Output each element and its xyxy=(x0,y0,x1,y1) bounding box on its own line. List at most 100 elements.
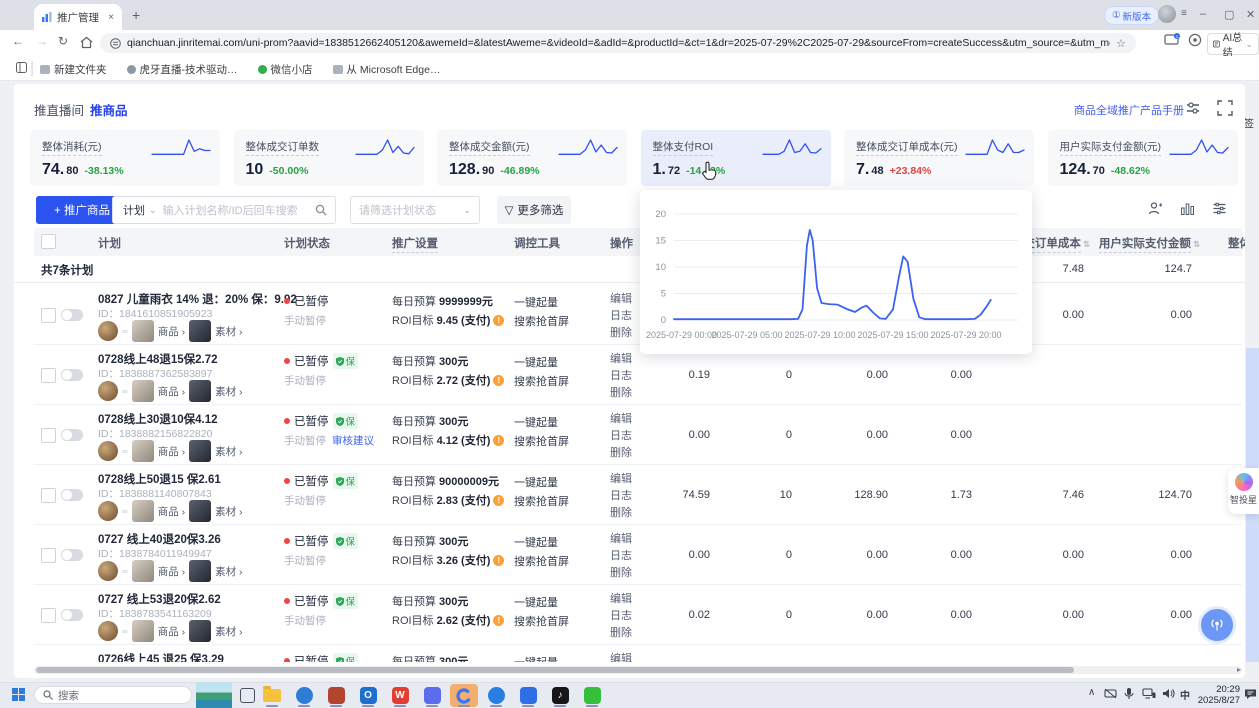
action-link[interactable]: 删除 xyxy=(610,624,632,640)
col-header-4[interactable]: 操作 xyxy=(610,235,633,251)
plan-title[interactable]: 0728线上50退15 保2.61 xyxy=(98,471,221,487)
action-link[interactable]: 删除 xyxy=(610,384,632,400)
row-checkbox[interactable] xyxy=(41,488,56,503)
manual-link[interactable]: 商品全域推广产品手册 xyxy=(1074,102,1184,118)
plan-title[interactable]: 0728线上48退15保2.72 xyxy=(98,351,218,367)
tool-link[interactable]: 一键起量 xyxy=(514,354,558,370)
extension-icon[interactable] xyxy=(1188,33,1202,47)
tool-link[interactable]: 一键起量 xyxy=(514,654,558,662)
horizontal-scrollbar[interactable] xyxy=(34,666,1242,674)
plan-status-select[interactable]: 请筛选计划状态 ⌄ xyxy=(350,196,480,224)
sort-icon[interactable]: ⇅ xyxy=(1083,239,1090,250)
window-close-button[interactable]: ✕ xyxy=(1246,8,1255,21)
site-settings-icon[interactable] xyxy=(110,38,121,49)
action-link[interactable]: 日志 xyxy=(610,427,632,443)
action-link[interactable]: 编辑 xyxy=(610,650,632,662)
product-link[interactable]: 商品 › xyxy=(158,504,185,519)
row-checkbox[interactable] xyxy=(41,368,56,383)
browser-profile-avatar[interactable] xyxy=(1158,5,1176,23)
tool-link[interactable]: 搜索抢首屏 xyxy=(514,313,569,329)
action-link[interactable]: 日志 xyxy=(610,607,632,623)
side-panel-icon[interactable] xyxy=(16,62,27,73)
row-checkbox[interactable] xyxy=(41,608,56,623)
col-header-1[interactable]: 计划状态 xyxy=(284,235,330,251)
plan-title[interactable]: 0727 线上53退20保2.62 xyxy=(98,591,221,607)
ai-summary-button[interactable]: AI总结 ⌄ xyxy=(1207,33,1259,55)
material-link[interactable]: 素材 › xyxy=(215,624,242,639)
tab-close-icon[interactable]: × xyxy=(108,12,114,23)
back-icon[interactable]: ← xyxy=(12,34,24,48)
row-toggle-switch[interactable] xyxy=(61,489,83,501)
forward-icon[interactable]: → xyxy=(36,34,48,48)
network-display-icon[interactable] xyxy=(1142,688,1156,699)
material-link[interactable]: 素材 › xyxy=(215,444,242,459)
action-link[interactable]: 删除 xyxy=(610,564,632,580)
stat-card[interactable]: 整体支付ROI1.72-14.43% xyxy=(641,130,831,186)
url-bar[interactable]: qianchuan.jinritemai.com/uni-prom?aavid=… xyxy=(100,33,1136,53)
fullscreen-icon[interactable] xyxy=(1217,100,1233,116)
stat-card[interactable]: 整体消耗(元)74.80-38.13% xyxy=(30,130,220,186)
more-filters-button[interactable]: ▽ 更多筛选 xyxy=(497,196,571,224)
adjust-settings-icon[interactable] xyxy=(1185,100,1201,116)
row-checkbox[interactable] xyxy=(41,428,56,443)
material-link[interactable]: 素材 › xyxy=(215,384,242,399)
col-header-0[interactable]: 计划 xyxy=(98,235,121,251)
row-toggle-switch[interactable] xyxy=(61,549,83,561)
action-link[interactable]: 编辑 xyxy=(610,530,632,546)
assistant-widget[interactable]: 智投星 xyxy=(1228,468,1259,514)
browser-menu-icon[interactable]: ≡ xyxy=(1181,8,1187,19)
search-icon[interactable] xyxy=(315,204,327,216)
notification-icon[interactable] xyxy=(1244,688,1257,700)
material-link[interactable]: 素材 › xyxy=(215,324,242,339)
bookmark-item[interactable]: 从 Microsoft Edge… xyxy=(333,62,441,77)
taskbar-clock[interactable]: 20:29 2025/8/27 xyxy=(1192,684,1240,706)
col-header-2[interactable]: 推广设置 xyxy=(392,235,438,253)
task-view-icon[interactable] xyxy=(240,688,255,703)
plan-title[interactable]: 0727 线上40退20保3.26 xyxy=(98,531,221,547)
new-version-badge[interactable]: ①新版本 xyxy=(1104,6,1159,25)
cast-icon[interactable]: 1 xyxy=(1164,33,1180,47)
tool-link[interactable]: 一键起量 xyxy=(514,474,558,490)
stat-card[interactable]: 整体成交订单成本(元)7.48+23.84% xyxy=(844,130,1034,186)
tool-link[interactable]: 搜索抢首屏 xyxy=(514,373,569,389)
tool-link[interactable]: 搜索抢首屏 xyxy=(514,493,569,509)
action-link[interactable]: 日志 xyxy=(610,547,632,563)
select-all-checkbox[interactable] xyxy=(41,234,56,249)
tool-link[interactable]: 搜索抢首屏 xyxy=(514,433,569,449)
windows-start-button[interactable] xyxy=(12,688,25,701)
sort-icon[interactable]: ⇅ xyxy=(1193,239,1200,250)
material-link[interactable]: 素材 › xyxy=(215,564,242,579)
bookmark-item[interactable]: 微信小店 xyxy=(258,62,313,77)
chart-columns-icon[interactable] xyxy=(1180,201,1195,216)
tool-link[interactable]: 搜索抢首屏 xyxy=(514,553,569,569)
home-icon[interactable] xyxy=(80,36,93,49)
weather-widget-image[interactable] xyxy=(196,682,232,708)
taskbar-app-blue-circle-app[interactable] xyxy=(482,684,510,707)
stat-card[interactable]: 整体成交金额(元)128.90-46.89% xyxy=(437,130,627,186)
speaker-icon[interactable] xyxy=(1162,688,1175,699)
action-link[interactable]: 日志 xyxy=(610,307,632,323)
row-toggle-switch[interactable] xyxy=(61,369,83,381)
reload-icon[interactable]: ↻ xyxy=(58,34,68,48)
ime-indicator[interactable]: 中 xyxy=(1180,687,1190,702)
taskbar-search[interactable]: 搜索 xyxy=(34,686,192,704)
tab-promote-product[interactable]: 推商品 xyxy=(90,100,128,119)
plan-title[interactable]: 0726线上45 退25 保3.29 xyxy=(98,651,224,662)
tool-link[interactable]: 一键起量 xyxy=(514,594,558,610)
browser-tab[interactable]: 推广管理 × xyxy=(34,4,122,30)
action-link[interactable]: 编辑 xyxy=(610,590,632,606)
taskbar-app-red-store-app[interactable] xyxy=(322,684,350,707)
row-toggle-switch[interactable] xyxy=(61,429,83,441)
bookmark-item[interactable]: 虎牙直播-技术驱动… xyxy=(127,62,238,77)
plan-title[interactable]: 0827 儿童雨衣 14% 退：20% 保：9.92 xyxy=(98,291,297,307)
product-link[interactable]: 商品 › xyxy=(158,384,185,399)
plan-type-select[interactable]: 计划⌄ xyxy=(113,202,163,218)
tool-link[interactable]: 一键起量 xyxy=(514,414,558,430)
action-link[interactable]: 删除 xyxy=(610,324,632,340)
export-user-icon[interactable] xyxy=(1148,201,1163,216)
taskbar-app-tiktok[interactable]: ♪ xyxy=(546,684,574,707)
stat-card[interactable]: 整体成交订单数10-50.00% xyxy=(234,130,424,186)
material-link[interactable]: 素材 › xyxy=(215,504,242,519)
row-checkbox[interactable] xyxy=(41,548,56,563)
taskbar-app-outlook[interactable]: O xyxy=(354,684,382,707)
